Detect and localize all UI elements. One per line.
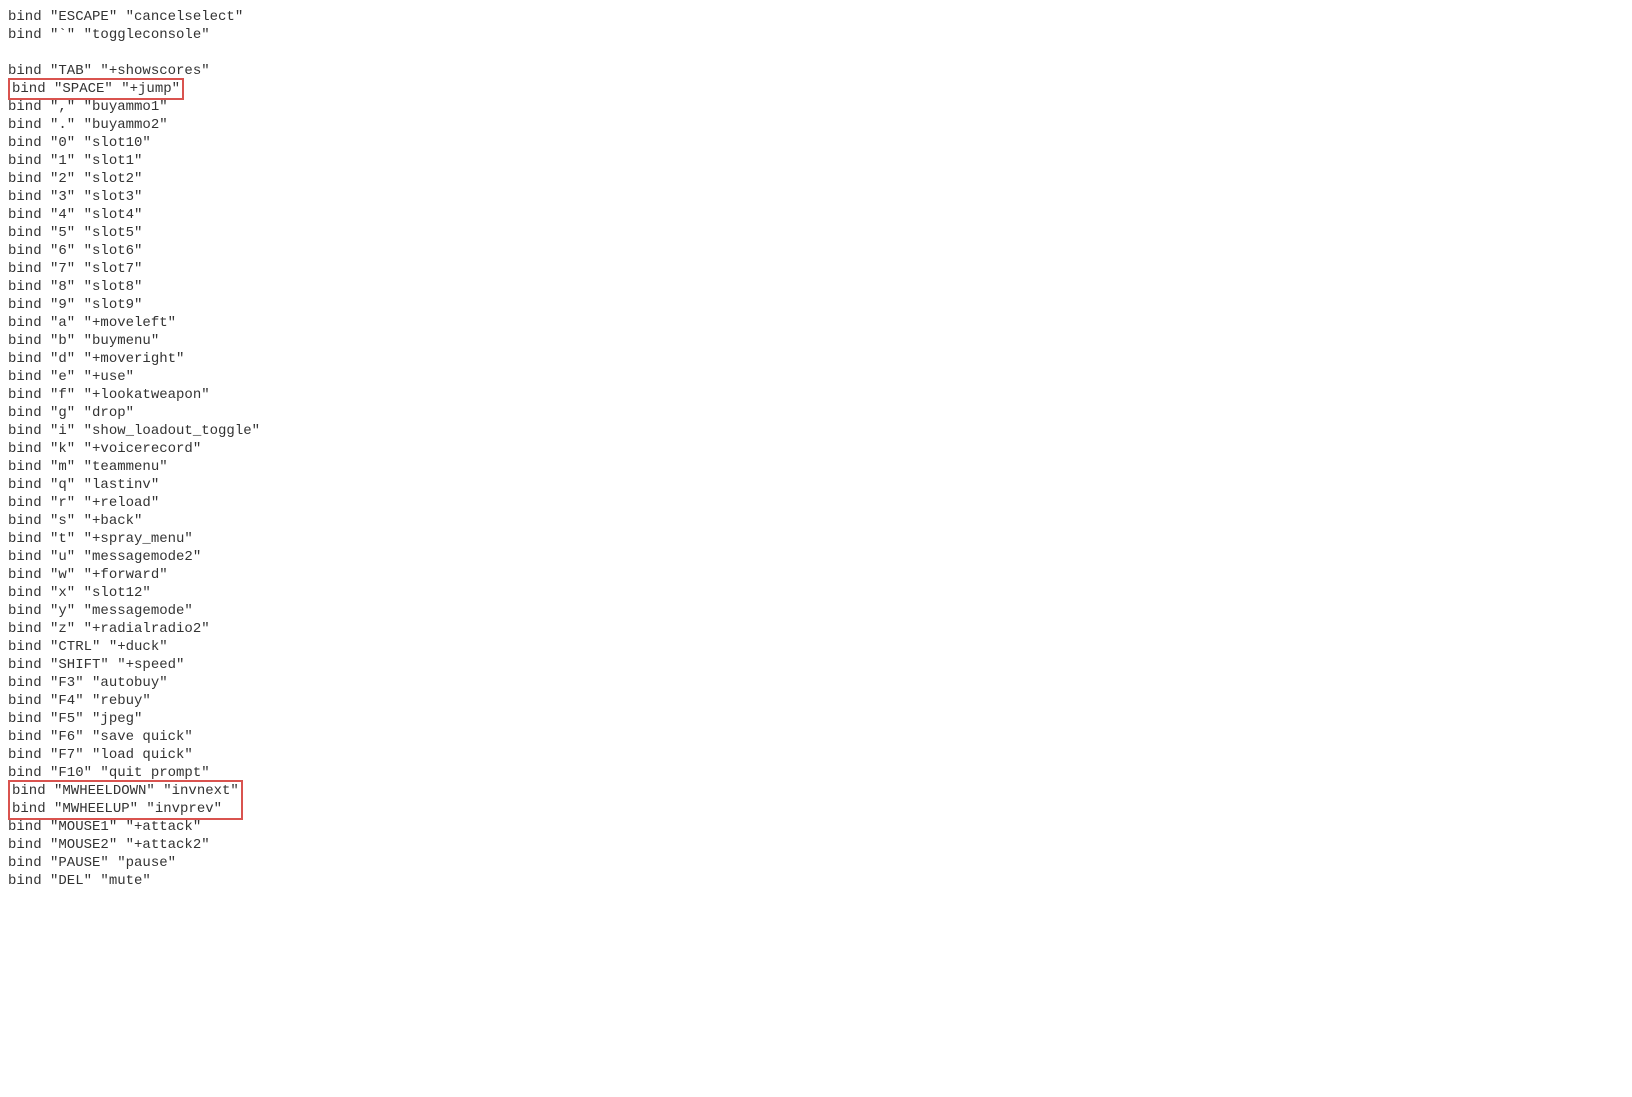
config-line: bind "d" "+moveright" [8, 350, 1632, 368]
config-line: bind "g" "drop" [8, 404, 1632, 422]
config-line: bind "4" "slot4" [8, 206, 1632, 224]
config-line: bind "t" "+spray_menu" [8, 530, 1632, 548]
config-line: bind "x" "slot12" [8, 584, 1632, 602]
config-line: bind "1" "slot1" [8, 152, 1632, 170]
config-line: bind "DEL" "mute" [8, 872, 1632, 890]
config-line: bind "," "buyammo1" [8, 98, 1632, 116]
config-line: bind "k" "+voicerecord" [8, 440, 1632, 458]
config-line: bind "PAUSE" "pause" [8, 854, 1632, 872]
highlighted-bind-group: bind "MWHEELDOWN" "invnext" bind "MWHEEL… [8, 780, 243, 820]
config-line: bind "F4" "rebuy" [8, 692, 1632, 710]
config-line: bind "u" "messagemode2" [8, 548, 1632, 566]
config-line: bind "8" "slot8" [8, 278, 1632, 296]
config-line: bind "q" "lastinv" [8, 476, 1632, 494]
config-line [8, 44, 1632, 62]
config-line: bind "F7" "load quick" [8, 746, 1632, 764]
config-line: bind "w" "+forward" [8, 566, 1632, 584]
config-text-block: bind "ESCAPE" "cancelselect"bind "`" "to… [8, 8, 1632, 890]
config-line: bind "CTRL" "+duck" [8, 638, 1632, 656]
config-line: bind "5" "slot5" [8, 224, 1632, 242]
config-line: bind "3" "slot3" [8, 188, 1632, 206]
config-line: bind "MOUSE1" "+attack" [8, 818, 1632, 836]
config-line: bind "e" "+use" [8, 368, 1632, 386]
config-line: bind "F5" "jpeg" [8, 710, 1632, 728]
config-line: bind "MOUSE2" "+attack2" [8, 836, 1632, 854]
config-line: bind "7" "slot7" [8, 260, 1632, 278]
config-line: bind "z" "+radialradio2" [8, 620, 1632, 638]
config-line: bind "m" "teammenu" [8, 458, 1632, 476]
config-line: bind "TAB" "+showscores" [8, 62, 1632, 80]
config-line: bind "6" "slot6" [8, 242, 1632, 260]
config-line: bind "f" "+lookatweapon" [8, 386, 1632, 404]
config-line: bind "SPACE" "+jump" [8, 80, 1632, 98]
config-line: bind "`" "toggleconsole" [8, 26, 1632, 44]
config-line: bind "b" "buymenu" [8, 332, 1632, 350]
config-line: bind "s" "+back" [8, 512, 1632, 530]
config-line: bind "F6" "save quick" [8, 728, 1632, 746]
config-line: bind "ESCAPE" "cancelselect" [8, 8, 1632, 26]
highlighted-bind: bind "SPACE" "+jump" [8, 78, 184, 100]
config-line: bind "F10" "quit prompt" [8, 764, 1632, 782]
config-line: bind "0" "slot10" [8, 134, 1632, 152]
config-line: bind "r" "+reload" [8, 494, 1632, 512]
config-line: bind "SHIFT" "+speed" [8, 656, 1632, 674]
config-line: bind "y" "messagemode" [8, 602, 1632, 620]
config-line: bind "i" "show_loadout_toggle" [8, 422, 1632, 440]
config-line: bind "F3" "autobuy" [8, 674, 1632, 692]
config-line: bind "." "buyammo2" [8, 116, 1632, 134]
config-line: bind "MWHEELDOWN" "invnext" bind "MWHEEL… [8, 782, 1632, 818]
config-line: bind "9" "slot9" [8, 296, 1632, 314]
config-line: bind "2" "slot2" [8, 170, 1632, 188]
config-line: bind "a" "+moveleft" [8, 314, 1632, 332]
